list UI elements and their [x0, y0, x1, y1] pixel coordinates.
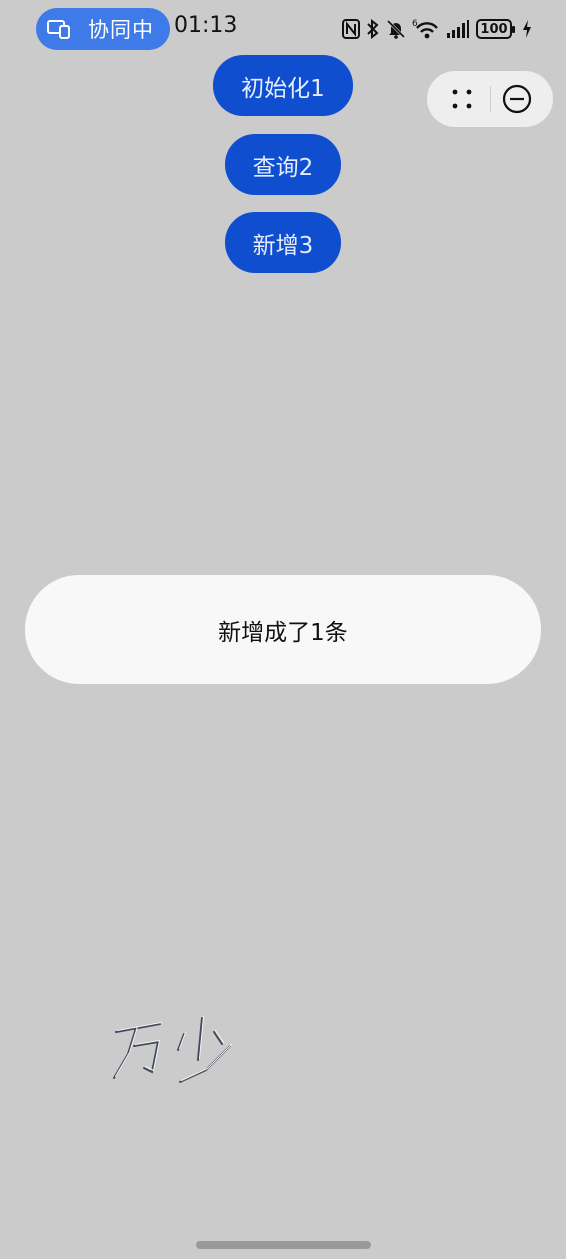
mini-program-capsule [427, 71, 553, 127]
wifi-icon: 6 [412, 18, 440, 40]
close-button[interactable] [501, 83, 533, 115]
status-time: 01:13 [174, 13, 238, 38]
collaboration-label: 协同中 [88, 18, 154, 42]
dots-icon [452, 89, 472, 109]
home-indicator[interactable] [196, 1241, 371, 1249]
signal-icon [446, 19, 470, 39]
battery-icon: 100 [476, 19, 515, 39]
charging-icon [522, 19, 532, 39]
bluetooth-icon [366, 19, 380, 39]
collaboration-pill[interactable]: 协同中 [36, 8, 170, 50]
add-button[interactable]: 新增3 [225, 212, 341, 273]
watermark-signature [106, 1010, 246, 1090]
capsule-divider [490, 86, 491, 112]
multi-device-icon [46, 18, 72, 40]
minus-circle-icon [502, 84, 532, 114]
query-button[interactable]: 查询2 [225, 134, 341, 195]
nfc-icon [342, 19, 360, 39]
status-icons: 6 100 [342, 16, 532, 42]
toast-message: 新增成了1条 [25, 575, 541, 684]
more-button[interactable] [445, 85, 481, 113]
bell-muted-icon [386, 19, 406, 39]
status-bar: 协同中 01:13 6 100 [0, 0, 566, 58]
init-button[interactable]: 初始化1 [213, 55, 353, 116]
